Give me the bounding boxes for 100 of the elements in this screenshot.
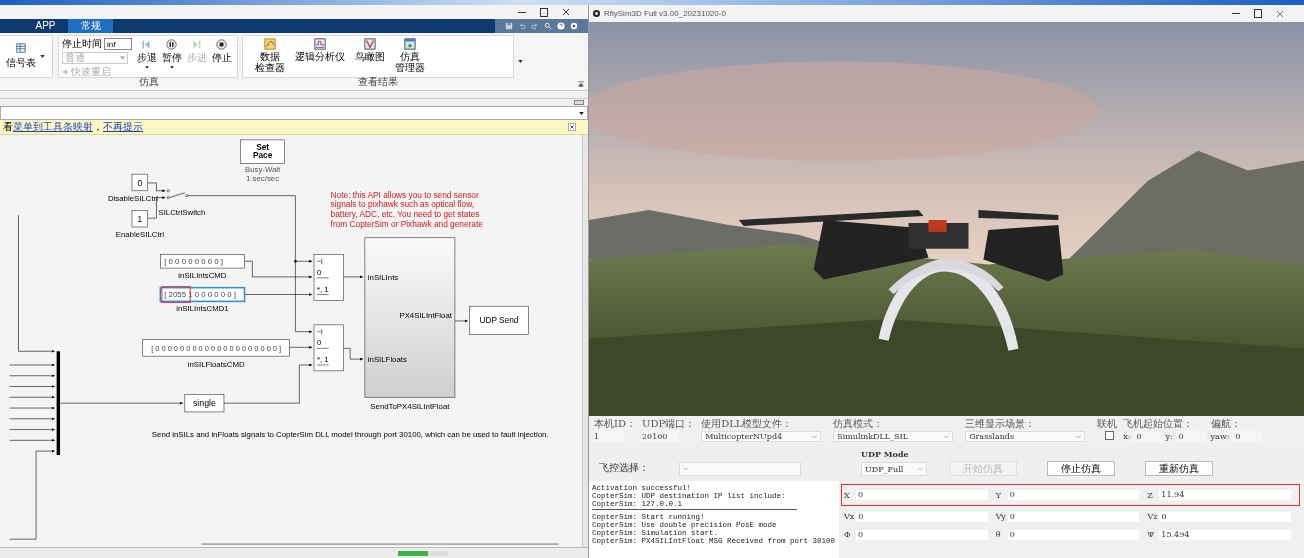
chevron-icon (918, 467, 923, 471)
collapse-icon[interactable] (578, 81, 584, 87)
waveform-icon (314, 38, 326, 50)
results-tool-button[interactable]: 仿真 管理器 (395, 38, 425, 77)
field-label: 偏航： (1210, 418, 1242, 429)
window-title: RflySim3D Full v3.00_20231020-0 (604, 9, 726, 18)
settings-icon[interactable] (570, 22, 578, 30)
coordinate-field[interactable]: 0 (1232, 431, 1262, 442)
state-label: θ (995, 530, 1002, 539)
block-caption: Busy-Wait 1 sec/sec (244, 165, 281, 183)
checkbox[interactable] (1105, 431, 1115, 440)
set-pace-block: Set Pace (240, 139, 285, 164)
pause-icon (166, 39, 177, 50)
junction-dot (294, 259, 297, 263)
chevron-icon (944, 434, 950, 439)
state-field: 0 (856, 511, 988, 522)
simulation-button[interactable]: 重新仿真 (1145, 461, 1213, 476)
coordinate-field[interactable]: 0 (1133, 431, 1163, 442)
sim-control-button[interactable]: 步退 (134, 39, 159, 77)
step-forward-icon (191, 39, 202, 50)
annotation-text: Send inSILs and inFloats signals to CopterSim DLL model through port 30100, which can be used to fault injection. (151, 430, 549, 440)
state-field: 0 (856, 529, 988, 540)
simulation-button[interactable]: 停止仿真 (1047, 461, 1115, 476)
stop-time-label: 停止时间 (62, 37, 102, 51)
caret-icon[interactable] (518, 60, 523, 63)
value-field: 1 (594, 431, 624, 442)
stop-time-field[interactable]: inf (104, 38, 132, 50)
coordinate-field[interactable]: 0 (1175, 431, 1205, 442)
note-text: Note: this API allows you to send sensor signals to pixhawk such as optical flow, battery, ADC, etc. You need to get states from CopterSim or Pixhawk and generate (330, 189, 483, 229)
close-icon[interactable] (568, 123, 576, 131)
chevron-icon (1076, 434, 1082, 439)
field-label: UDP Mode (861, 449, 910, 459)
state-label: Φ (844, 530, 852, 539)
block-label: SILCtrlSwitch (158, 208, 206, 218)
ribbon-tab[interactable]: 常规 (68, 19, 113, 33)
chevron-icon (812, 434, 818, 439)
field-label: 使用DLL模型文件： (701, 418, 794, 429)
results-tool-button[interactable]: 逻辑分析仪 (295, 38, 345, 77)
udp-send-block: UDP Send (469, 305, 529, 335)
block-label: EnableSILCtrl (115, 229, 164, 239)
keyboard-icon[interactable] (574, 100, 584, 105)
chart-icon (264, 38, 276, 50)
state-label: Z (1147, 490, 1154, 500)
results-tool-button[interactable]: 鸟瞰图 (355, 38, 385, 77)
coordinate-label: y: (1165, 432, 1173, 441)
field-label: 仿真模式： (833, 418, 885, 429)
window-icon (404, 38, 416, 50)
state-field: 15.494 (1159, 529, 1291, 540)
constant-vector-block: [ 0 0 0 0 0 0 0 0 ] (160, 254, 245, 269)
value-field: 20100 (641, 431, 678, 442)
state-field: 0 (1159, 511, 1291, 522)
multiport-switch-block: 0 *, 1 (313, 324, 344, 372)
info-link[interactable]: 菜单到工具条映射 (13, 121, 93, 132)
state-label: Vz (1147, 512, 1158, 521)
field-label: 飞机起始位置： (1123, 418, 1195, 429)
switch-block (166, 189, 189, 200)
block-label: DisableSILCtrl (108, 193, 158, 203)
block-label: inSILIntsCMD (178, 270, 227, 280)
info-link[interactable]: 不再提示 (103, 121, 143, 132)
sim-control-button[interactable]: 暂停 (159, 39, 184, 77)
caret-icon[interactable] (579, 111, 584, 115)
block-label: inSILIntsCMD1 (176, 304, 229, 314)
block-label: SendToPX4SILIntFloat (370, 402, 450, 411)
dropdown[interactable]: UDP_Full (861, 462, 927, 476)
maximize-icon[interactable] (540, 7, 548, 17)
section-label: 查看结果 (358, 75, 398, 89)
arrow-icon (62, 69, 69, 75)
constant-vector-block: [ 2055 1 0 0 0 0 0 0 ] (159, 286, 246, 303)
field-label: 飞控选择： (599, 461, 650, 475)
block-label: inSILFloatsCMD (187, 359, 245, 369)
maximize-icon[interactable] (1254, 9, 1262, 18)
caret-icon[interactable] (40, 55, 45, 58)
section-label: 仿真 (139, 75, 159, 89)
state-field: 11.94 (1159, 490, 1291, 500)
results-tool-button[interactable]: 数据 检查器 (255, 38, 285, 77)
caret-icon (120, 56, 125, 60)
state-field: 0 (1007, 529, 1140, 540)
save-icon[interactable] (505, 22, 513, 30)
help-icon[interactable] (557, 22, 565, 30)
close-icon[interactable] (562, 8, 570, 16)
table-icon (16, 43, 26, 53)
search-icon[interactable] (544, 22, 552, 30)
dropdown[interactable]: SimulinkDLL_SIL (833, 431, 954, 442)
field-label: 三维显示场景： (965, 418, 1037, 429)
coordinate-label: x: (1123, 432, 1131, 441)
app-icon (593, 10, 600, 17)
sim-control-button[interactable]: 停止 (209, 39, 234, 77)
dropdown[interactable]: MulticopterNUpd4 (701, 431, 822, 442)
dropdown[interactable]: Grasslands (965, 431, 1086, 442)
coordinate-label: yaw: (1210, 432, 1230, 441)
state-field: 0 (1007, 511, 1140, 522)
constant-block: 0 (131, 173, 148, 192)
step-back-icon (141, 39, 152, 50)
state-label: Vx (844, 512, 855, 521)
field-label: 联机 (1097, 418, 1118, 429)
minimize-icon[interactable] (518, 11, 526, 13)
state-label: Y (995, 490, 1002, 500)
state-label: Ψ (1147, 530, 1156, 539)
stop-icon (216, 39, 227, 50)
ribbon-tab[interactable]: APP (23, 19, 68, 33)
